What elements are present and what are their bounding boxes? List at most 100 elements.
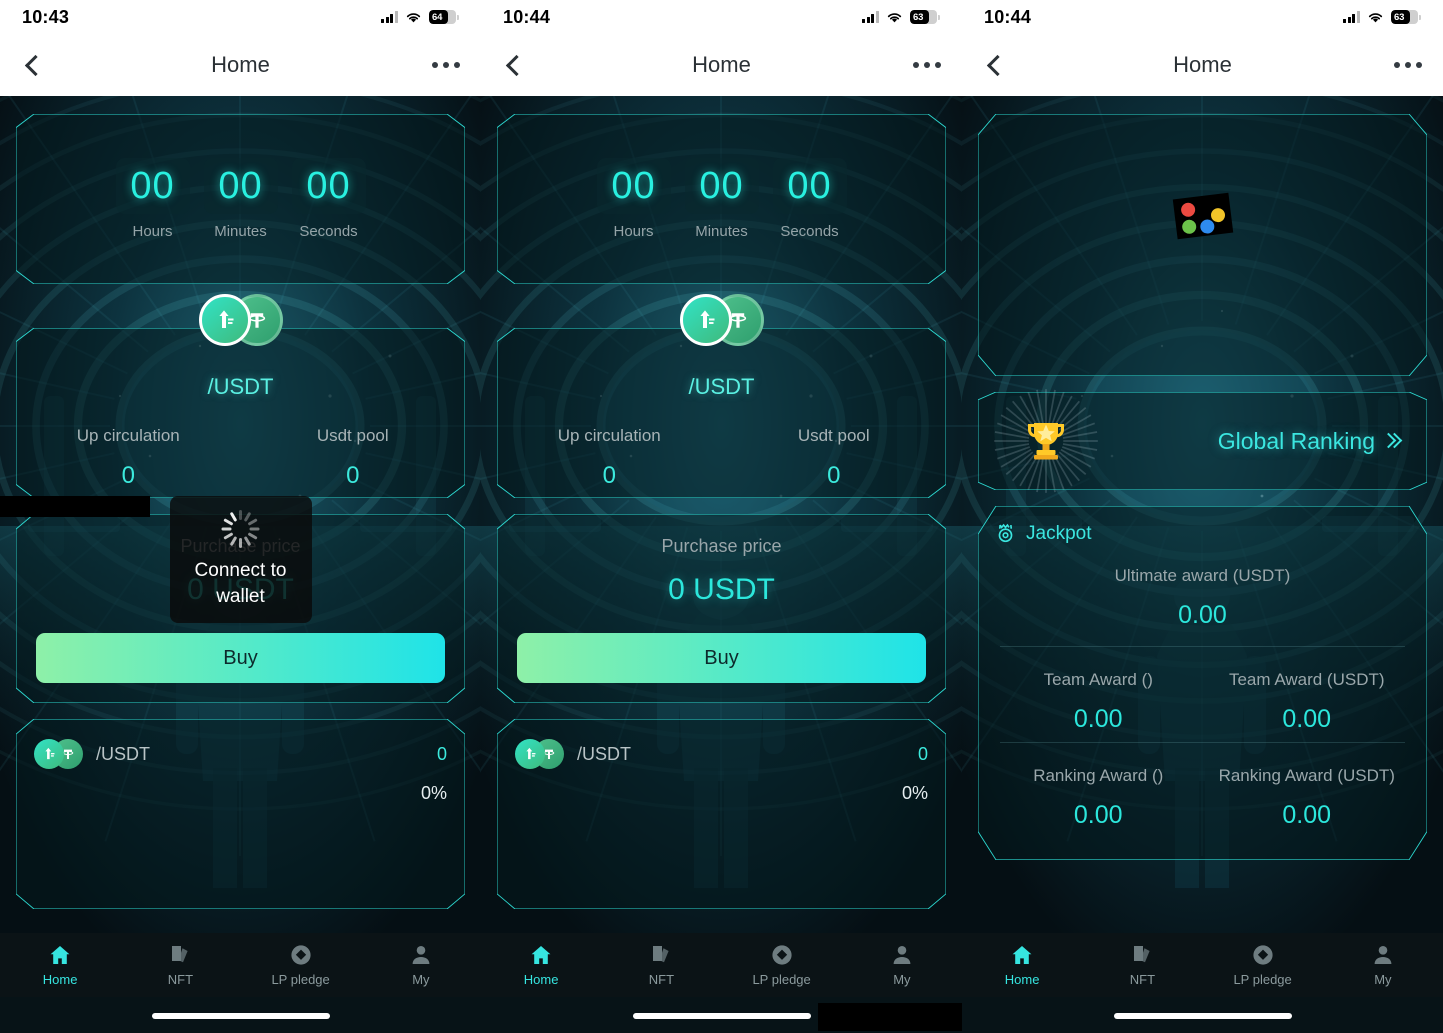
tab-label: My [412,972,430,987]
lp-pledge-diamond-icon [291,945,311,965]
bottom-tab-bar: Home NFT LP pledge My [962,933,1443,1033]
home-indicator [151,1013,330,1019]
token-pair-label: /USDT [207,374,274,399]
broken-image-placeholder-icon [1172,192,1233,240]
hero-panel [978,114,1427,376]
tab-nft[interactable]: NFT [601,933,721,997]
tab-label: Home [1004,972,1040,987]
list-card-body: /USDT 0 0% [497,719,946,909]
back-button[interactable] [481,54,551,76]
countdown-value: 00 [203,158,278,214]
screen-body: 00 Hours 00 Minutes 00 Seconds /USDT Up circul… [0,96,481,1033]
battery-icon: 63 [910,10,940,24]
token-pair-label: /USDT [688,374,755,399]
token-coin-icon [218,310,233,328]
back-button[interactable] [0,54,70,76]
status-bar: 10:44 63 [481,0,962,34]
purchase-price-value: 0 USDT [668,573,775,606]
home-icon [50,946,70,964]
more-options-button[interactable] [411,62,481,68]
pool-panel-body: /USDT Up circulation 0 Usdt pool 0 [16,328,465,498]
tab-list: Home NFT LP pledge My [0,933,481,997]
battery-percent: 63 [913,11,924,23]
tab-label: NFT [648,972,675,987]
pool-stat-label: Usdt pool [316,426,389,445]
battery-icon: 63 [1391,10,1421,24]
jackpot-award-cell: Ranking Award () 0.00 [994,765,1203,830]
tab-label: Home [523,972,559,987]
countdown-label: Hours [613,223,654,240]
tab-label: NFT [1129,972,1156,987]
purchase-price-label: Purchase price [661,536,782,556]
back-chevron-icon [24,54,46,76]
home-icon [531,946,551,964]
gold-trophy-icon [1028,423,1064,460]
tab-home[interactable]: Home [962,933,1082,997]
status-bar: 10:43 64 [0,0,481,34]
status-time: 10:44 [984,6,1032,27]
tab-lp-pledge[interactable]: LP pledge [241,933,361,997]
countdown-unit-seconds: 00 Seconds [291,158,366,240]
global-ranking-label: Global Ranking [1217,427,1375,454]
more-options-icon [913,62,919,68]
countdown-panel: 00 Hours 00 Minutes 00 Seconds [16,114,465,284]
tab-lp-pledge[interactable]: LP pledge [1203,933,1323,997]
user-profile-icon [1374,946,1392,964]
status-indicators: 63 [1343,10,1421,24]
countdown-label: Minutes [214,223,267,240]
global-ranking-link[interactable]: Global Ranking [1218,428,1399,455]
tab-lp-pledge[interactable]: LP pledge [722,933,842,997]
jackpot-title: Jackpot [1026,522,1092,544]
nft-cards-icon [653,946,669,963]
list-item[interactable]: /USDT 0 [34,739,447,769]
pool-stat: Up circulation 0 [497,426,722,490]
jackpot-award-value: 0.00 [1282,704,1332,733]
countdown-value: 00 [115,158,190,214]
status-time: 10:43 [22,6,70,27]
countdown-value: 00 [684,158,759,214]
jackpot-award-cell: Team Award (USDT) 0.00 [1203,669,1412,734]
back-chevron-icon [505,54,527,76]
jackpot-award-value: 0.00 [1073,704,1123,733]
token-coin-icon [198,294,251,346]
tab-home[interactable]: Home [481,933,601,997]
cellular-signal-icon [862,11,879,23]
pool-stat-value: 0 [602,462,616,489]
jackpot-panel: Jackpot Ultimate award (USDT) 0.00 Team Awa… [978,506,1427,860]
jackpot-header: Jackpot [994,522,1411,545]
jackpot-award-label: Ranking Award () [1033,765,1164,785]
page-title: Home [692,52,751,77]
pool-stats: Up circulation 0 Usdt pool 0 [16,426,465,490]
global-ranking-banner[interactable]: Global Ranking [978,389,1427,493]
tab-my[interactable]: My [842,933,962,997]
countdown-label: Hours [132,223,173,240]
countdown-units: 00 Hours 00 Minutes 00 Seconds [596,158,847,240]
tab-my[interactable]: My [361,933,481,997]
list-item[interactable]: /USDT 0 [515,739,928,769]
countdown-units: 00 Hours 00 Minutes 00 Seconds [115,158,366,240]
pool-panel: /USDT Up circulation 0 Usdt pool 0 [497,328,946,498]
jackpot-ultimate-label: Ultimate award (USDT) [1114,566,1291,585]
double-chevron-right-icon [1383,433,1399,449]
token-list-card[interactable]: /USDT 0 0% [497,719,946,909]
token-list-card[interactable]: /USDT 0 0% [16,719,465,909]
nav-bar: Home [481,34,962,96]
pool-stat: Usdt pool 0 [241,426,466,490]
tab-nft[interactable]: NFT [1082,933,1202,997]
user-profile-icon [893,946,911,964]
token-pair-logo [679,294,764,346]
status-bar: 10:44 63 [962,0,1443,34]
battery-percent: 63 [1394,11,1405,23]
tab-nft[interactable]: NFT [120,933,240,997]
buy-button[interactable]: Buy [517,633,926,683]
more-options-button[interactable] [892,62,962,68]
tab-home[interactable]: Home [0,933,120,997]
tab-my[interactable]: My [1323,933,1443,997]
back-button[interactable] [962,54,1032,76]
tab-label: My [893,972,911,987]
more-options-button[interactable] [1373,62,1443,68]
countdown-label: Seconds [299,223,358,240]
screen-content: Global Ranking Jackpot Ultimate award (US… [962,96,1443,1033]
buy-button[interactable]: Buy [36,633,445,683]
status-indicators: 64 [381,10,459,24]
